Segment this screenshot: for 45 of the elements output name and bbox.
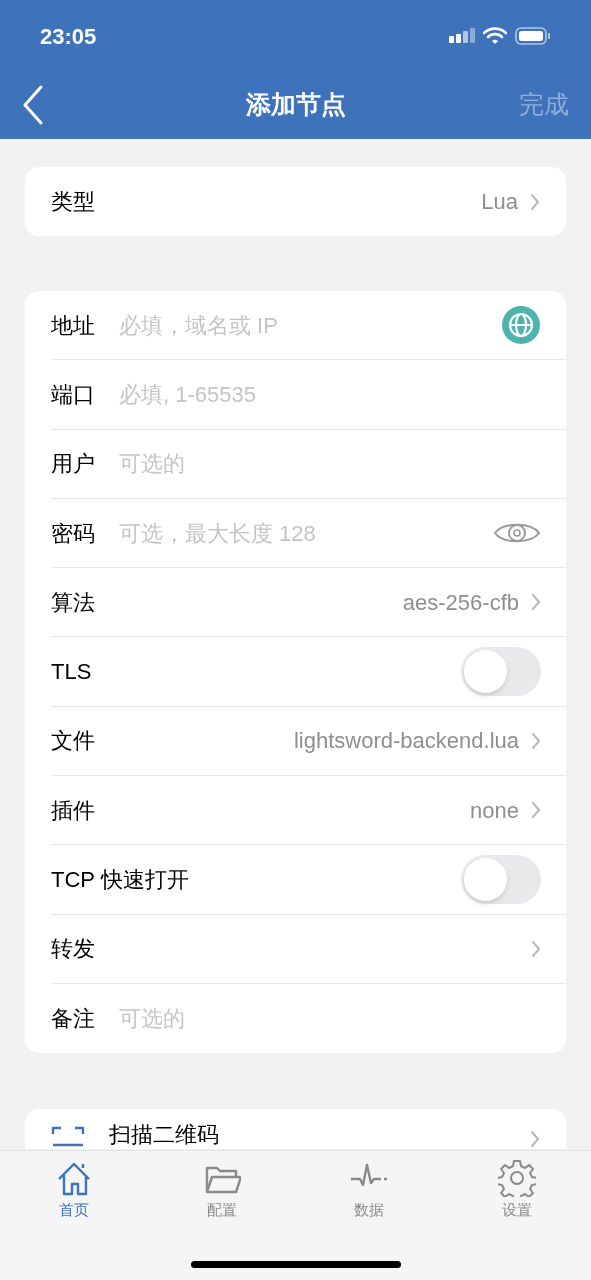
toggle-switch[interactable] [461, 855, 541, 904]
row-label: TLS [51, 658, 92, 687]
back-icon [22, 84, 44, 125]
row-label: TCP 快速打开 [51, 866, 189, 894]
toggle-switch[interactable] [461, 647, 541, 697]
row-label: 密码 [51, 519, 95, 548]
tab-item[interactable]: 数据 [295, 1159, 444, 1222]
text-field[interactable]: 可选，最大长度 128 [119, 516, 493, 550]
type-row[interactable]: 类型 Lua [25, 167, 566, 236]
row-label: 用户 [51, 450, 95, 479]
row-value: lightsword-backend.lua [293, 727, 519, 756]
row-label: 插件 [51, 796, 95, 825]
chevron-icon [531, 593, 541, 612]
scan-row[interactable]: 扫描二维码 [25, 1109, 566, 1150]
row-label: 文件 [51, 727, 95, 756]
chevron-icon [530, 1130, 540, 1149]
status-time: 23:05 [40, 22, 97, 51]
text-field[interactable]: 可选的 [119, 1002, 541, 1036]
globe-icon[interactable] [501, 305, 541, 346]
tab-item[interactable]: 设置 [443, 1159, 591, 1222]
wifi-icon [483, 27, 507, 45]
chevron-icon [531, 939, 541, 958]
row-label: 算法 [51, 588, 95, 617]
row-value: Lua [481, 188, 518, 216]
row-value: aes-256-cfb [402, 588, 519, 617]
row-label: 转发 [51, 935, 95, 964]
scan-icon [51, 1126, 85, 1149]
settings-icon [498, 1159, 537, 1197]
battery-icon [515, 27, 551, 45]
text-field[interactable]: 必填, 1-65535 [119, 377, 541, 411]
row-label: 扫描二维码 [109, 1122, 219, 1149]
text-field[interactable]: 必填，域名或 IP [119, 308, 501, 342]
tab-item[interactable]: 首页 [0, 1159, 148, 1222]
tab-item[interactable]: 配置 [147, 1159, 296, 1222]
row-label: 类型 [51, 188, 95, 216]
row-label: 备注 [51, 1005, 95, 1034]
chevron-icon [531, 731, 541, 750]
row-value: none [470, 796, 519, 825]
page-title: 添加节点 [245, 88, 346, 120]
signal-icon [449, 28, 475, 44]
text-field[interactable]: 可选的 [119, 447, 541, 481]
chevron-icon [530, 192, 540, 211]
row-label: 地址 [51, 311, 95, 340]
row-label: 端口 [51, 380, 95, 409]
chevron-icon [531, 801, 541, 820]
